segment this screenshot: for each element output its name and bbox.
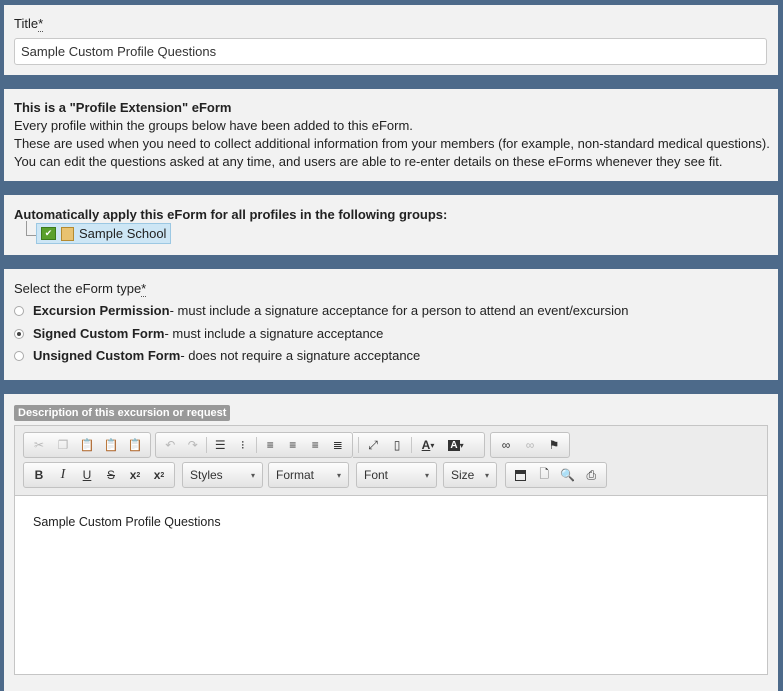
info-line: You can edit the questions asked at any … [14,154,723,169]
editor-toolbar: ✂ ❐ 📋 📋 📋 ↶ ↷ ☰ ⁝ ≡ ≡ ≡ ≣ ⤢ ▯ A ▾ A ▾ ∞ … [15,426,767,496]
anchor-icon[interactable]: ⚑ [542,435,566,455]
eform-type-label: Select the eForm type* [14,281,147,297]
description-panel: Description of this excursion or request… [4,394,778,691]
italic-icon[interactable]: I [51,465,75,485]
info-heading: This is a "Profile Extension" eForm [14,100,232,115]
copy-icon[interactable]: ❐ [51,435,75,455]
option-unsigned-custom-form[interactable]: Unsigned Custom Form - does not require … [14,348,420,363]
clipboard-group: ✂ ❐ 📋 📋 📋 [23,432,151,458]
redo-icon[interactable]: ↷ [182,435,205,455]
separator [256,437,257,453]
title-label: Title* [14,16,44,32]
bulleted-list-icon[interactable]: ⁝ [231,435,254,455]
underline-icon[interactable]: U [75,465,99,485]
option-signed-custom-form[interactable]: Signed Custom Form - must include a sign… [14,326,383,341]
paste-word-icon[interactable]: 📋 [123,435,147,455]
separator [411,437,412,453]
basic-styles-group: B I U S x2 x2 [23,462,175,488]
group-node-sample-school[interactable]: ✔ Sample School [36,223,172,244]
justify-icon[interactable]: ≣ [326,435,349,455]
radio-excursion-permission[interactable] [14,305,24,316]
new-page-icon[interactable]: 🗋 [533,465,557,485]
radio-signed-custom-form[interactable] [14,328,24,339]
paste-text-icon[interactable]: 📋 [99,435,123,455]
groups-heading: Automatically apply this eForm for all p… [14,207,448,222]
chevron-down-icon: ▾ [250,470,255,480]
title-input[interactable] [14,38,767,65]
separator [358,437,359,453]
tools-group: ⤢ ▯ A ▾ A ▾ [353,432,485,458]
group-node-label: Sample School [79,226,167,241]
format-combo[interactable]: Format ▾ [268,462,349,488]
info-panel: This is a "Profile Extension" eForm Ever… [4,89,778,181]
chevron-down-icon: ▾ [336,470,341,480]
cut-icon[interactable]: ✂ [27,435,51,455]
subscript-icon[interactable]: x2 [123,465,147,485]
separator [206,437,207,453]
undo-icon[interactable]: ↶ [159,435,182,455]
strike-icon[interactable]: S [99,465,123,485]
description-label: Description of this excursion or request [14,405,231,421]
info-line: These are used when you need to collect … [14,136,770,151]
numbered-list-icon[interactable]: ☰ [209,435,232,455]
bold-icon[interactable]: B [27,465,51,485]
align-right-icon[interactable]: ≡ [304,435,327,455]
save-icon[interactable] [509,465,533,485]
radio-unsigned-custom-form[interactable] [14,350,24,361]
links-group: ∞ ∞ ⚑ [490,432,570,458]
text-color-icon[interactable]: A ▾ [414,435,442,455]
show-blocks-icon[interactable]: ▯ [385,435,409,455]
group-folder-icon [61,226,74,241]
format-group: ↶ ↷ ☰ ⁝ ≡ ≡ ≡ ≣ [155,432,353,458]
groups-panel: Automatically apply this eForm for all p… [4,195,778,255]
option-excursion-permission[interactable]: Excursion Permission - must include a si… [14,303,628,318]
eform-type-panel: Select the eForm type* Excursion Permiss… [4,269,778,380]
align-left-icon[interactable]: ≡ [259,435,282,455]
unlink-icon[interactable]: ∞ [518,435,542,455]
link-icon[interactable]: ∞ [494,435,518,455]
title-panel: Title* [4,5,778,75]
styles-combo[interactable]: Styles ▾ [182,462,263,488]
print-icon[interactable]: ⎙ [580,465,604,485]
editor-content[interactable]: Sample Custom Profile Questions [15,496,767,548]
checkbox-checked-icon[interactable]: ✔ [41,227,56,240]
chevron-down-icon: ▾ [484,470,489,480]
chevron-down-icon: ▾ [424,470,429,480]
size-combo[interactable]: Size ▾ [443,462,497,488]
preview-icon[interactable]: 🔍 [556,465,580,485]
document-group: 🗋 🔍 ⎙ [505,462,607,488]
background-color-icon[interactable]: A ▾ [442,435,470,455]
rich-text-editor: ✂ ❐ 📋 📋 📋 ↶ ↷ ☰ ⁝ ≡ ≡ ≡ ≣ ⤢ ▯ A ▾ A ▾ ∞ … [14,425,768,675]
maximize-icon[interactable]: ⤢ [361,435,385,455]
font-combo[interactable]: Font ▾ [356,462,437,488]
info-line: Every profile within the groups below ha… [14,118,413,133]
align-center-icon[interactable]: ≡ [281,435,304,455]
superscript-icon[interactable]: x2 [147,465,171,485]
paste-icon[interactable]: 📋 [75,435,99,455]
